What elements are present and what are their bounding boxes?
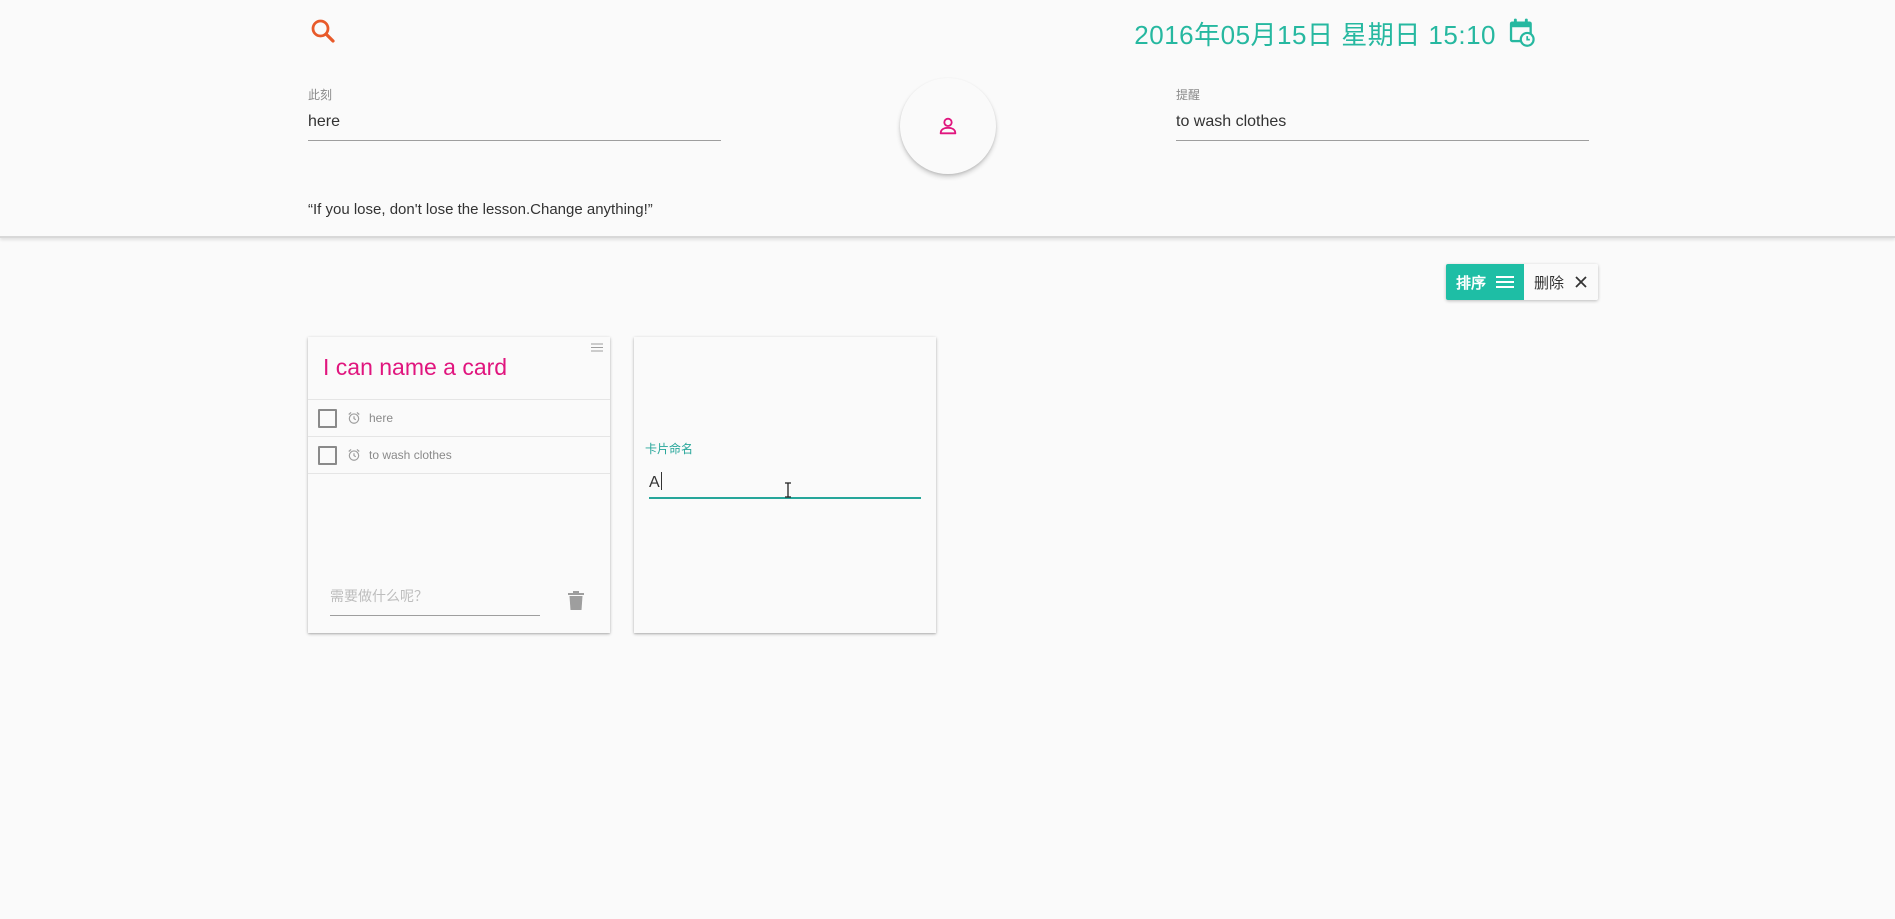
sort-button[interactable]: 排序: [1446, 264, 1525, 300]
card-title[interactable]: I can name a card: [323, 354, 507, 381]
person-icon: [939, 117, 957, 135]
calendar-clock-icon[interactable]: [1508, 18, 1536, 48]
avatar-button[interactable]: [900, 78, 996, 174]
card-name-value: A: [649, 474, 660, 491]
menu-lines-icon: [1496, 276, 1515, 288]
text-cursor-icon: [785, 482, 791, 498]
todo-item: to wash clothes: [308, 437, 610, 474]
close-icon: [1575, 276, 1587, 288]
sort-button-label: 排序: [1456, 274, 1487, 292]
motto-quote: “If you lose, don't lose the lesson.Chan…: [308, 201, 653, 218]
todo-checkbox[interactable]: [318, 445, 337, 465]
datetime-display: 2016年05月15日 星期日 15:10: [1134, 16, 1536, 50]
datetime-text: 2016年05月15日 星期日 15:10: [1134, 19, 1496, 50]
now-field[interactable]: 此刻 here: [308, 86, 721, 141]
now-field-value[interactable]: here: [308, 113, 721, 141]
todo-checkbox[interactable]: [318, 408, 337, 428]
alarm-icon[interactable]: [347, 411, 361, 425]
header: 2016年05月15日 星期日 15:10 此刻 here 提醒 to wash…: [0, 0, 1895, 238]
search-button[interactable]: [308, 16, 338, 46]
remind-field[interactable]: 提醒 to wash clothes: [1176, 86, 1589, 141]
trash-icon[interactable]: [568, 591, 584, 610]
card-name-label: 卡片命名: [645, 442, 694, 456]
delete-button[interactable]: 删除: [1524, 264, 1599, 300]
drag-handle-icon[interactable]: [591, 343, 603, 352]
remind-field-value[interactable]: to wash clothes: [1176, 113, 1589, 141]
todo-text: to wash clothes: [369, 448, 452, 462]
text-caret: [660, 472, 662, 490]
delete-button-label: 删除: [1534, 274, 1565, 292]
remind-field-label: 提醒: [1176, 88, 1201, 102]
todo-card: I can name a card here to wash clothes 需…: [308, 337, 610, 633]
todo-item: here: [308, 400, 610, 437]
todo-text: here: [369, 411, 394, 425]
alarm-icon[interactable]: [347, 448, 361, 462]
new-todo-input[interactable]: 需要做什么呢？: [330, 586, 540, 616]
todo-list: here to wash clothes: [308, 399, 610, 474]
card-toolbar: 排序 删除: [1446, 264, 1599, 300]
search-icon: [311, 19, 335, 43]
now-field-label: 此刻: [308, 88, 333, 102]
